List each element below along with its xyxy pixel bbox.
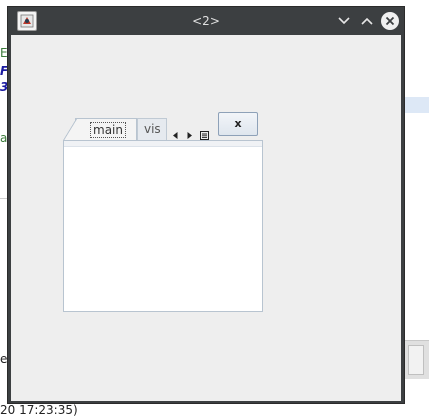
dialog-content: main vis x	[11, 35, 401, 401]
tab-main[interactable]: main	[63, 118, 137, 141]
bg-scrollbar-thumb[interactable]	[408, 345, 424, 375]
bg-timestamp-fragment: 20 17:23:35)	[0, 403, 78, 417]
title-bar[interactable]: <2>	[8, 7, 404, 35]
tabbed-pane: main vis x	[63, 112, 263, 312]
triangle-left-icon[interactable]	[171, 125, 180, 139]
bg-selection-strip	[405, 97, 429, 113]
tab-list-icon[interactable]	[200, 125, 209, 140]
close-circle-icon[interactable]	[380, 11, 400, 31]
tab-vis[interactable]: vis	[137, 118, 167, 140]
tab-vis-label: vis	[144, 122, 161, 136]
dialog-window: <2> main vis x	[7, 6, 405, 404]
tab-content-area	[63, 140, 263, 312]
chevron-down-icon[interactable]	[334, 11, 354, 31]
tab-strip: main vis x	[63, 112, 263, 141]
chevron-up-icon[interactable]	[357, 11, 377, 31]
tab-content-header-band	[64, 141, 262, 147]
bg-scrollbar[interactable]	[405, 340, 429, 379]
close-tab-button[interactable]: x	[218, 112, 258, 136]
triangle-right-icon[interactable]	[185, 125, 194, 139]
tab-main-label: main	[90, 122, 126, 138]
